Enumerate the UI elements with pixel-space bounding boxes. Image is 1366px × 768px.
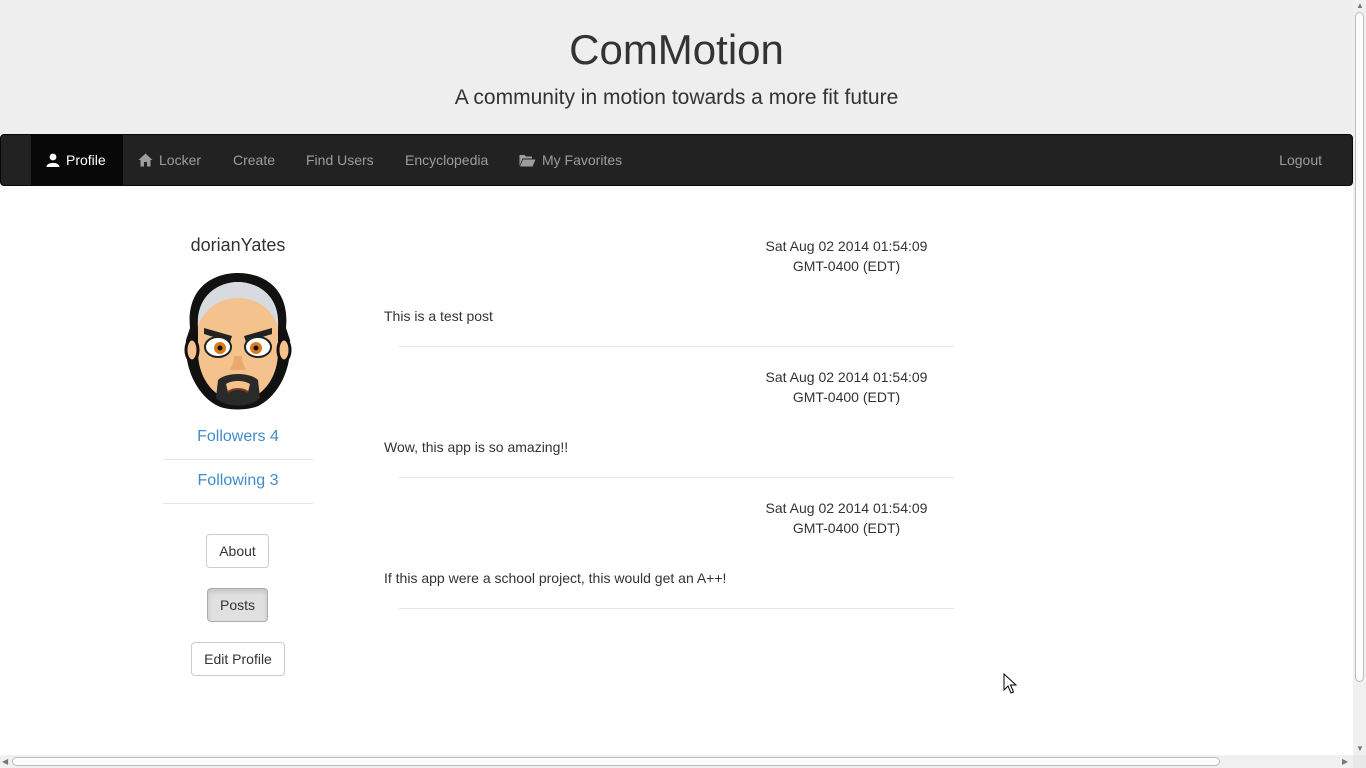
- nav-my-favorites-label: My Favorites: [542, 152, 623, 168]
- home-icon: [138, 153, 153, 167]
- post-divider: [399, 477, 954, 478]
- post-date: Sat Aug 02 2014 01:54:09 GMT-0400 (EDT): [765, 238, 928, 274]
- avatar: [184, 273, 292, 410]
- page-viewport: ComMotion A community in motion towards …: [0, 0, 1353, 755]
- site-tagline: A community in motion towards a more fit…: [454, 86, 899, 109]
- about-button[interactable]: About: [206, 534, 269, 568]
- profile-username: dorianYates: [190, 235, 286, 255]
- posts-button[interactable]: Posts: [207, 588, 268, 622]
- edit-profile-button[interactable]: Edit Profile: [191, 642, 285, 676]
- post-date: Sat Aug 02 2014 01:54:09 GMT-0400 (EDT): [765, 500, 928, 536]
- post-item: Sat Aug 02 2014 01:54:09 GMT-0400 (EDT) …: [384, 359, 954, 490]
- scrollbar-corner: [1353, 755, 1366, 768]
- post-divider: [399, 608, 954, 609]
- post-body: If this app were a school project, this …: [384, 570, 727, 586]
- main-navbar: Profile Locker Create Find Users Encyclo…: [0, 134, 1353, 186]
- nav-profile[interactable]: Profile: [31, 135, 123, 185]
- nav-locker[interactable]: Locker: [123, 135, 218, 185]
- user-icon: [46, 153, 60, 167]
- nav-profile-label: Profile: [66, 152, 106, 168]
- vertical-scroll-thumb[interactable]: [1355, 12, 1364, 682]
- nav-find-users[interactable]: Find Users: [291, 135, 389, 185]
- post-body: Wow, this app is so amazing!!: [384, 439, 569, 455]
- post-date: Sat Aug 02 2014 01:54:09 GMT-0400 (EDT): [765, 369, 928, 405]
- site-title: ComMotion: [569, 26, 784, 73]
- post-item: Sat Aug 02 2014 01:54:09 GMT-0400 (EDT) …: [384, 228, 954, 359]
- nav-locker-label: Locker: [159, 152, 202, 168]
- site-header: ComMotion A community in motion towards …: [0, 0, 1353, 134]
- scroll-left-icon[interactable]: ◀: [2, 757, 8, 767]
- horizontal-scroll-thumb[interactable]: [12, 757, 1220, 766]
- nav-logout[interactable]: Logout: [1264, 135, 1337, 185]
- vertical-scrollbar[interactable]: ▲ ▼: [1353, 0, 1366, 755]
- folder-open-icon: [519, 155, 536, 167]
- post-divider: [399, 346, 954, 347]
- mouse-cursor-icon: [1003, 673, 1017, 694]
- scroll-up-icon[interactable]: ▲: [1356, 1, 1364, 11]
- scroll-down-icon[interactable]: ▼: [1356, 744, 1364, 754]
- following-link[interactable]: Following 3: [163, 459, 313, 504]
- scroll-right-icon[interactable]: ▶: [1342, 757, 1348, 767]
- nav-create[interactable]: Create: [218, 135, 290, 185]
- followers-link[interactable]: Followers 4: [163, 415, 313, 460]
- post-body: This is a test post: [384, 308, 493, 324]
- post-item: Sat Aug 02 2014 01:54:09 GMT-0400 (EDT) …: [384, 490, 954, 621]
- nav-encyclopedia[interactable]: Encyclopedia: [390, 135, 503, 185]
- nav-my-favorites[interactable]: My Favorites: [504, 135, 637, 185]
- horizontal-scrollbar[interactable]: ◀ ▶: [0, 755, 1353, 768]
